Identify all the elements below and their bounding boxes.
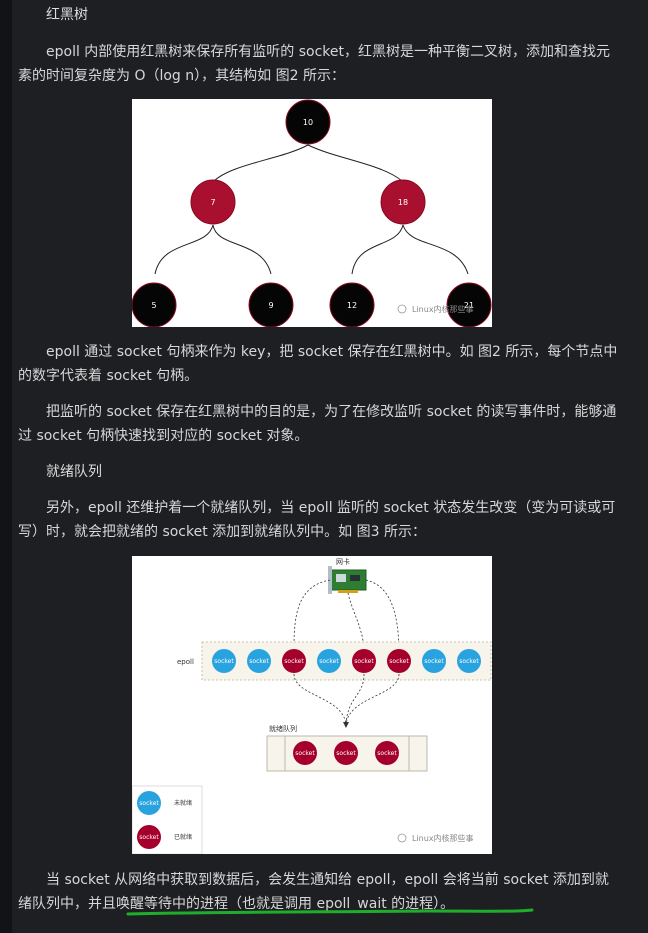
edge-18-21	[402, 224, 469, 275]
paragraph-ready-queue: 另外，epoll 还维护着一个就绪队列，当 epoll 监听的 socket 状…	[18, 500, 616, 540]
rbtree-figure: 10 7 18 5 9 12 21 Linux内核那些事	[131, 99, 492, 328]
svg-text:socket: socket	[284, 658, 304, 665]
node-label-9: 9	[268, 301, 273, 310]
epoll-container	[201, 641, 492, 681]
arrow-nic-s6	[365, 579, 400, 649]
legend-ready-label: 已就绪	[174, 833, 192, 841]
watermark-fig3: Linux内核那些事	[397, 833, 474, 843]
paragraph-rbtree-purpose: 把监听的 socket 保存在红黑树中的目的是，为了在修改监听 socket 的…	[18, 404, 617, 444]
wechat-icon	[397, 833, 407, 843]
svg-text:socket: socket	[459, 658, 479, 665]
paragraph-rbtree-key: epoll 通过 socket 句柄来作为 key，把 socket 保存在红黑…	[18, 344, 618, 384]
paragraph-rbtree-intro: epoll 内部使用红黑树来保存所有监听的 socket，红黑树是一种平衡二叉树…	[18, 44, 611, 84]
svg-text:socket: socket	[424, 658, 444, 665]
ready-queue-figure: 网卡 epoll socket socket socket socket soc…	[131, 556, 492, 855]
svg-text:socket: socket	[354, 658, 374, 665]
queue-label: 就绪队列	[269, 724, 297, 733]
svg-text:socket: socket	[249, 658, 269, 665]
arrow-s3-queue	[293, 673, 347, 725]
ready-queue-diagram: 网卡 epoll socket socket socket socket soc…	[131, 557, 492, 855]
node-label-5: 5	[151, 301, 156, 310]
node-label-18: 18	[398, 198, 408, 207]
edge-18-12	[351, 224, 404, 275]
svg-text:socket: socket	[139, 834, 159, 841]
green-underline-annotation	[126, 908, 534, 916]
svg-text:socket: socket	[389, 658, 409, 665]
svg-text:socket: socket	[319, 658, 339, 665]
arrow-head	[343, 722, 349, 728]
node-label-10: 10	[303, 118, 313, 127]
node-label-7: 7	[210, 198, 215, 207]
arrow-nic-s3	[293, 579, 331, 649]
ready-queue-heading: 就绪队列	[46, 464, 102, 480]
epoll-label: epoll	[177, 658, 194, 666]
arrow-s6-queue	[345, 673, 400, 725]
edge-10-7	[213, 144, 309, 182]
node-label-12: 12	[347, 301, 357, 310]
svg-text:socket: socket	[295, 750, 315, 757]
nic-label: 网卡	[336, 557, 350, 566]
svg-text:socket: socket	[377, 750, 397, 757]
rbtree-diagram: 10 7 18 5 9 12 21 Linux内核那些事	[131, 99, 492, 328]
wechat-icon	[397, 304, 407, 314]
nic-card-icon	[328, 566, 367, 594]
edge-10-18	[307, 144, 403, 182]
left-rail	[0, 0, 12, 933]
svg-text:socket: socket	[139, 800, 159, 807]
rbtree-heading: 红黑树	[46, 7, 88, 23]
svg-text:Linux内核那些事: Linux内核那些事	[412, 833, 474, 843]
svg-text:socket: socket	[336, 750, 356, 757]
arrow-nic-s5	[347, 592, 365, 649]
edge-7-9	[212, 224, 272, 275]
svg-text:socket: socket	[214, 658, 234, 665]
legend-unready-label: 未就绪	[174, 799, 192, 807]
edge-7-5	[154, 224, 214, 275]
watermark-fig2: Linux内核那些事	[397, 304, 474, 314]
svg-text:Linux内核那些事: Linux内核那些事	[412, 304, 474, 314]
